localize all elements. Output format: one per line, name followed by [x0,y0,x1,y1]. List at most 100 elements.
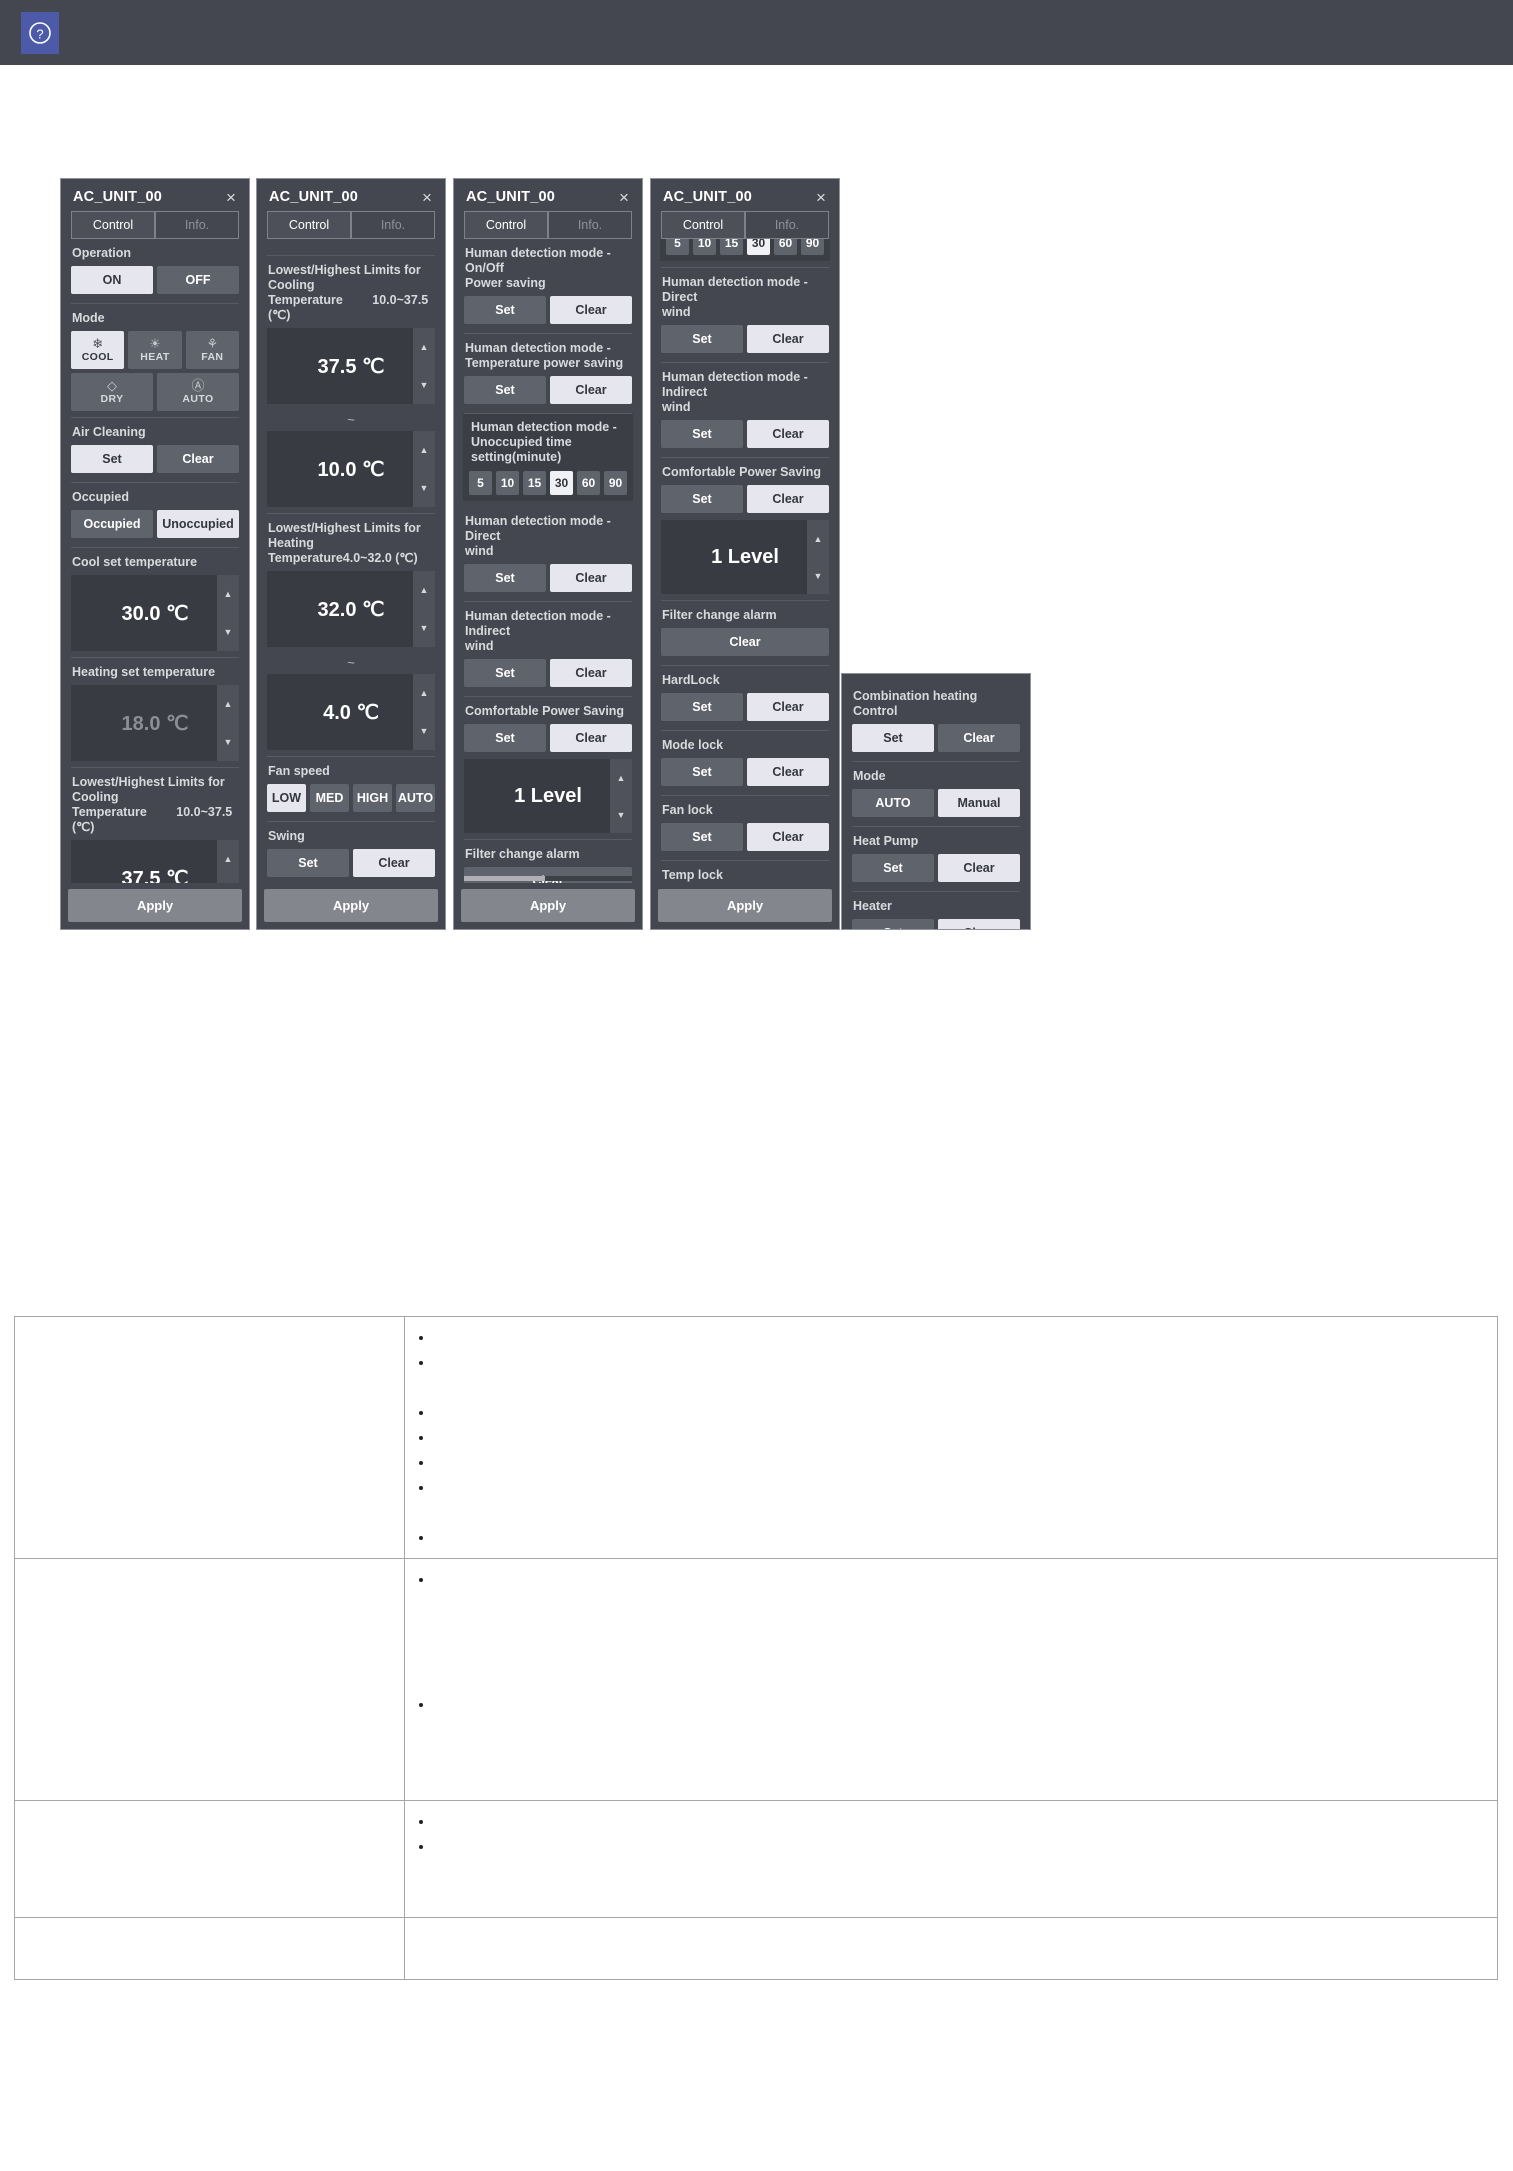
stepper-up-icon[interactable]: ▲ [413,571,435,609]
comfortable-set-button[interactable]: Set [464,724,546,752]
stepper-up-icon[interactable]: ▲ [217,685,239,723]
hd-temp-clear-button[interactable]: Clear [550,376,632,404]
tab-control[interactable]: Control [71,211,155,238]
cool-limit-high-stepper[interactable]: 37.5 ℃ ▲ ▼ [267,328,435,404]
tab-control[interactable]: Control [661,211,745,238]
heat-limit-high-stepper[interactable]: 32.0 ℃ ▲ ▼ [267,571,435,647]
apply-button[interactable]: Apply [68,889,242,922]
stepper-down-icon[interactable]: ▼ [217,723,239,761]
time-option-5[interactable]: 5 [666,239,689,255]
tab-control[interactable]: Control [267,211,351,238]
time-option-10[interactable]: 10 [693,239,716,255]
swing-clear-button[interactable]: Clear [353,849,435,877]
stepper-up-icon[interactable]: ▲ [807,520,829,557]
hd-onoff-clear-button[interactable]: Clear [550,296,632,324]
close-icon[interactable]: × [615,189,633,207]
time-option-5[interactable]: 5 [469,471,492,495]
filter-change-alarm-clear-button[interactable]: Clear [661,628,829,656]
stepper-up-icon[interactable]: ▲ [217,575,239,613]
close-icon[interactable]: × [812,189,830,207]
unoccupied-button[interactable]: Unoccupied [157,510,239,538]
stepper-up-icon[interactable]: ▲ [413,674,435,712]
time-option-10[interactable]: 10 [496,471,519,495]
fan-speed-med-button[interactable]: MED [310,784,349,812]
stepper-up-icon[interactable]: ▲ [217,840,239,878]
tab-info[interactable]: Info. [745,211,829,238]
hd-direct-clear-button[interactable]: Clear [747,325,829,353]
hd-onoff-set-button[interactable]: Set [464,296,546,324]
air-cleaning-clear-button[interactable]: Clear [157,445,239,473]
hardlock-set-button[interactable]: Set [661,693,743,721]
mode-auto-button[interactable]: Ⓐ AUTO [157,373,239,411]
stepper-up-icon[interactable]: ▲ [610,759,632,796]
hd-direct-set-button[interactable]: Set [464,564,546,592]
hd-indirect-clear-button[interactable]: Clear [747,420,829,448]
time-option-30[interactable]: 30 [747,239,770,255]
combination-mode-auto-button[interactable]: AUTO [852,789,934,817]
comfortable-set-button[interactable]: Set [661,485,743,513]
time-option-15[interactable]: 15 [720,239,743,255]
combination-heating-clear-button[interactable]: Clear [938,724,1020,752]
tab-control[interactable]: Control [464,211,548,238]
time-option-30[interactable]: 30 [550,471,573,495]
stepper-up-icon[interactable]: ▲ [413,431,435,469]
time-option-60[interactable]: 60 [577,471,600,495]
hd-temp-set-button[interactable]: Set [464,376,546,404]
stepper-down-icon[interactable]: ▼ [807,557,829,594]
tab-info[interactable]: Info. [351,211,435,238]
fan-speed-auto-button[interactable]: AUTO [396,784,435,812]
hd-indirect-clear-button[interactable]: Clear [550,659,632,687]
occupied-button[interactable]: Occupied [71,510,153,538]
mode-dry-button[interactable]: ◇ DRY [71,373,153,411]
help-icon[interactable]: ? [21,12,59,54]
fan-speed-high-button[interactable]: HIGH [353,784,392,812]
hd-indirect-set-button[interactable]: Set [661,420,743,448]
stepper-up-icon[interactable]: ▲ [413,328,435,366]
fan-speed-low-button[interactable]: LOW [267,784,306,812]
cool-limit-low-stepper[interactable]: 10.0 ℃ ▲ ▼ [267,431,435,507]
stepper-down-icon[interactable]: ▼ [413,609,435,647]
swing-set-button[interactable]: Set [267,849,349,877]
time-option-60[interactable]: 60 [774,239,797,255]
heater-clear-button[interactable]: Clear [938,919,1020,929]
stepper-down-icon[interactable]: ▼ [217,613,239,651]
mode-fan-button[interactable]: ⚘ FAN [185,331,239,369]
apply-button[interactable]: Apply [461,889,635,922]
hardlock-clear-button[interactable]: Clear [747,693,829,721]
horizontal-scrollbar[interactable] [464,876,632,881]
close-icon[interactable]: × [418,189,436,207]
time-option-90[interactable]: 90 [801,239,824,255]
stepper-down-icon[interactable]: ▼ [610,796,632,833]
cool-set-temperature-stepper[interactable]: 30.0 ℃ ▲ ▼ [71,575,239,651]
apply-button[interactable]: Apply [658,889,832,922]
hd-indirect-set-button[interactable]: Set [464,659,546,687]
stepper-down-icon[interactable]: ▼ [413,712,435,750]
air-cleaning-set-button[interactable]: Set [71,445,153,473]
combination-mode-manual-button[interactable]: Manual [938,789,1020,817]
mode-heat-button[interactable]: ☀ HEAT [128,331,182,369]
mode-lock-clear-button[interactable]: Clear [747,758,829,786]
comfortable-clear-button[interactable]: Clear [550,724,632,752]
mode-lock-set-button[interactable]: Set [661,758,743,786]
operation-on-button[interactable]: ON [71,266,153,294]
tab-info[interactable]: Info. [155,211,239,238]
combination-heating-set-button[interactable]: Set [852,724,934,752]
heating-set-temperature-stepper[interactable]: 18.0 ℃ ▲ ▼ [71,685,239,761]
tab-info[interactable]: Info. [548,211,632,238]
stepper-down-icon[interactable]: ▼ [413,469,435,507]
power-saving-level-stepper[interactable]: 1 Level ▲ ▼ [464,759,632,833]
stepper-down-icon[interactable]: ▼ [413,366,435,404]
heat-pump-clear-button[interactable]: Clear [938,854,1020,882]
fan-lock-set-button[interactable]: Set [661,823,743,851]
close-icon[interactable]: × [222,189,240,207]
heater-set-button[interactable]: Set [852,919,934,929]
fan-lock-clear-button[interactable]: Clear [747,823,829,851]
hd-direct-set-button[interactable]: Set [661,325,743,353]
heat-pump-set-button[interactable]: Set [852,854,934,882]
time-option-90[interactable]: 90 [604,471,627,495]
mode-cool-button[interactable]: ❄ COOL [71,331,125,369]
comfortable-clear-button[interactable]: Clear [747,485,829,513]
apply-button[interactable]: Apply [264,889,438,922]
hd-direct-clear-button[interactable]: Clear [550,564,632,592]
operation-off-button[interactable]: OFF [157,266,239,294]
